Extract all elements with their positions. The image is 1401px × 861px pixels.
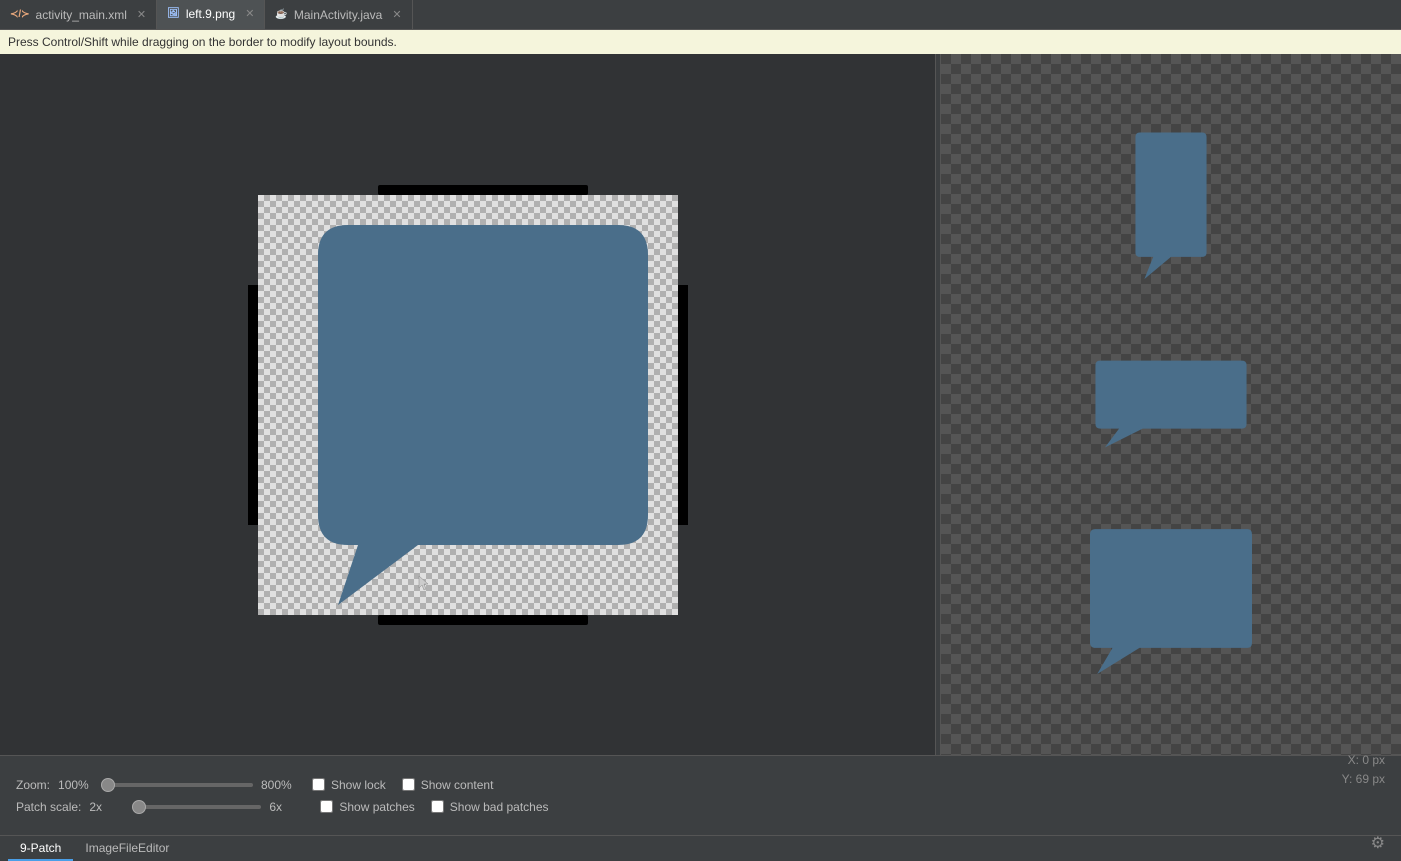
tab-label-activity-main-xml: activity_main.xml (36, 8, 127, 22)
patch-scale-slider[interactable] (132, 805, 261, 809)
tab-label-mainactivity-java: MainActivity.java (294, 8, 382, 22)
show-content-label: Show content (421, 778, 494, 792)
zoom-control: Zoom: 100% 800% (16, 777, 296, 793)
tab-close-activity-main-xml[interactable]: ✕ (137, 8, 146, 21)
x-label: X: (1348, 753, 1359, 767)
xml-icon: ≺/≻ (10, 9, 30, 20)
patch-border-top (378, 185, 588, 195)
toolbar-row-1: Zoom: 100% 800% Show lock Show content (16, 774, 1385, 796)
show-bad-patches-checkbox[interactable] (431, 800, 444, 813)
x-coord: X: 0 px (1342, 751, 1385, 770)
show-patches-group[interactable]: Show patches (320, 800, 414, 814)
tab-mainactivity-java[interactable]: ☕ MainActivity.java ✕ (265, 0, 412, 29)
zoom-label: Zoom: (16, 778, 50, 792)
patch-border-right (678, 285, 688, 525)
patch-border-bottom (378, 615, 588, 625)
info-bar-message: Press Control/Shift while dragging on th… (8, 35, 397, 49)
y-coord: Y: 69 px (1342, 770, 1385, 789)
patch-canvas[interactable] (248, 185, 688, 625)
main-area (0, 54, 1401, 755)
patch-scale-min-label: 2x (89, 800, 124, 814)
show-patches-checkbox[interactable] (320, 800, 333, 813)
show-lock-group[interactable]: Show lock (312, 778, 386, 792)
tab-nine-patch[interactable]: 9-Patch (8, 837, 73, 861)
tab-close-mainactivity-java[interactable]: ✕ (392, 8, 401, 21)
patch-border-left (248, 285, 258, 525)
patch-scale-control: Patch scale: 2x 6x (16, 799, 304, 815)
preview-panel (941, 54, 1401, 755)
tab-nine-patch-label: 9-Patch (20, 841, 61, 855)
tab-bar: ≺/≻ activity_main.xml ✕ 🖼 left.9.png ✕ ☕… (0, 0, 1401, 30)
patch-image-area (258, 195, 678, 615)
preview-bubble-small (1121, 128, 1221, 288)
toolbar-row-2: Patch scale: 2x 6x Show patches Show bad… (16, 796, 1385, 818)
preview-bubble-large (1081, 522, 1261, 682)
editor-cursor (418, 575, 426, 583)
zoom-slider-container (101, 777, 253, 793)
tab-image-file-editor-label: ImageFileEditor (85, 841, 169, 855)
zoom-min-label: 100% (58, 778, 93, 792)
x-value: 0 px (1362, 753, 1385, 767)
show-content-group[interactable]: Show content (402, 778, 494, 792)
show-lock-checkbox[interactable] (312, 778, 325, 791)
show-patches-label: Show patches (339, 800, 414, 814)
tab-label-left9-png: left.9.png (186, 7, 235, 21)
patch-scale-max-label: 6x (269, 800, 304, 814)
zoom-max-label: 800% (261, 778, 296, 792)
java-icon: ☕ (275, 9, 287, 20)
show-lock-label: Show lock (331, 778, 386, 792)
tab-close-left9-png[interactable]: ✕ (245, 7, 254, 20)
zoom-slider[interactable] (101, 783, 253, 787)
show-content-checkbox[interactable] (402, 778, 415, 791)
patch-scale-slider-container (132, 799, 261, 815)
info-bar: Press Control/Shift while dragging on th… (0, 30, 1401, 54)
show-bad-patches-group[interactable]: Show bad patches (431, 800, 549, 814)
png-icon: 🖼 (167, 8, 180, 19)
y-label: Y: (1342, 772, 1353, 786)
editor-panel (0, 54, 935, 755)
bottom-tab-bar: 9-Patch ImageFileEditor ⚙ (0, 835, 1401, 861)
tab-left9-png[interactable]: 🖼 left.9.png ✕ (157, 0, 265, 29)
show-bad-patches-label: Show bad patches (450, 800, 549, 814)
speech-bubble-image (258, 195, 678, 615)
tab-activity-main-xml[interactable]: ≺/≻ activity_main.xml ✕ (0, 0, 157, 29)
toolbar-controls-wrap: Zoom: 100% 800% Show lock Show content (16, 756, 1385, 835)
bottom-toolbar: Zoom: 100% 800% Show lock Show content (0, 755, 1401, 835)
coords-display: X: 0 px Y: 69 px (1342, 751, 1385, 789)
preview-bubble-medium (1086, 355, 1256, 455)
y-value: 69 px (1356, 772, 1385, 786)
settings-icon[interactable]: ⚙ (1371, 833, 1385, 853)
tab-image-file-editor[interactable]: ImageFileEditor (73, 837, 181, 861)
patch-scale-label: Patch scale: (16, 800, 81, 814)
preview-background (941, 54, 1401, 755)
